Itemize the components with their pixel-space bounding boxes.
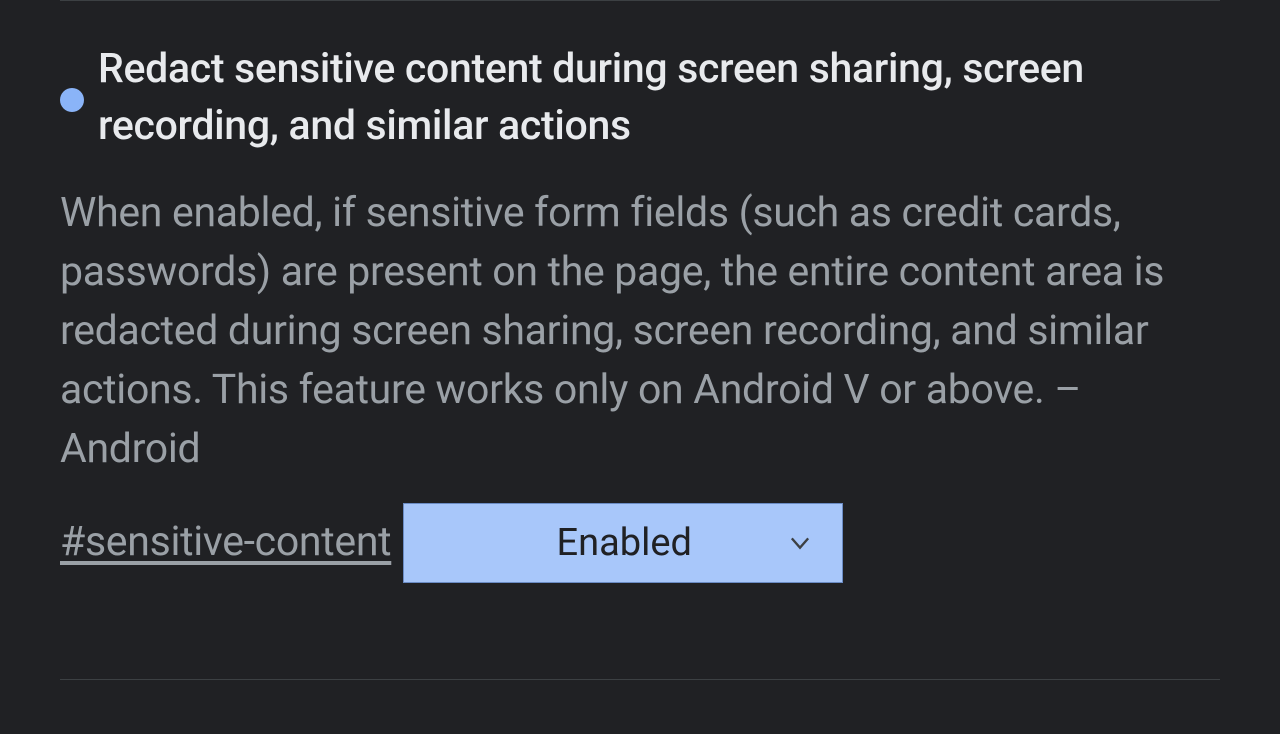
flag-title: Redact sensitive content during screen s… xyxy=(98,41,1220,156)
status-dot-icon xyxy=(60,88,84,112)
divider-top xyxy=(60,0,1220,1)
flag-item: Redact sensitive content during screen s… xyxy=(60,41,1220,634)
divider-bottom xyxy=(60,679,1220,680)
flag-hash-link[interactable]: #sensitive-content xyxy=(60,518,391,566)
flag-state-dropdown[interactable]: Enabled xyxy=(403,503,843,583)
flag-description: When enabled, if sensitive form fields (… xyxy=(60,184,1220,479)
dropdown-selected-label: Enabled xyxy=(432,521,786,565)
chevron-down-icon xyxy=(786,529,814,557)
flag-header: Redact sensitive content during screen s… xyxy=(60,41,1220,156)
